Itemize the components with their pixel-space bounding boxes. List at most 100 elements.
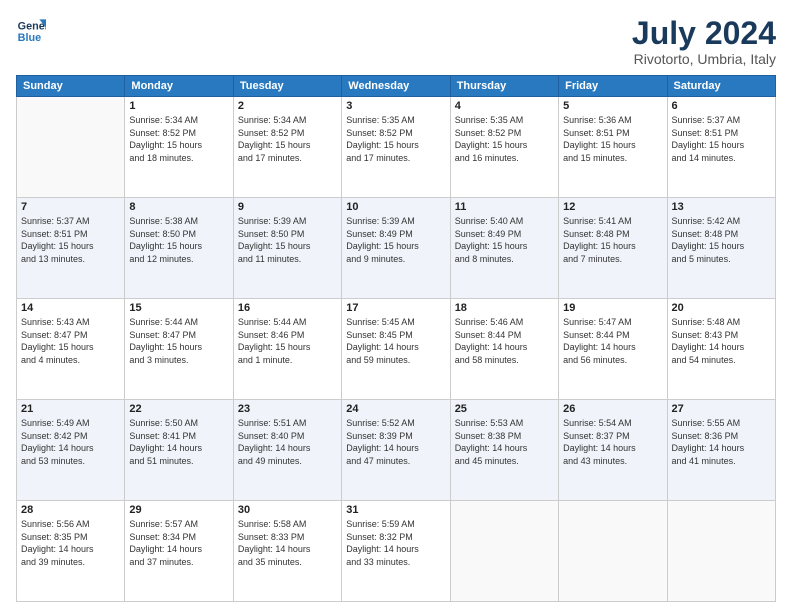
table-row bbox=[17, 97, 125, 198]
table-row: 6 Sunrise: 5:37 AM Sunset: 8:51 PM Daylig… bbox=[667, 97, 775, 198]
day-number: 4 bbox=[455, 100, 554, 112]
day-number: 3 bbox=[346, 100, 445, 112]
col-tuesday: Tuesday bbox=[233, 76, 341, 97]
day-info: Sunrise: 5:37 AM Sunset: 8:51 PM Dayligh… bbox=[672, 114, 771, 164]
calendar-week-row: 1Sunrise: 5:34 AM Sunset: 8:52 PM Daylig… bbox=[17, 97, 776, 198]
calendar-table: Sunday Monday Tuesday Wednesday Thursday… bbox=[16, 75, 776, 602]
day-info: Sunrise: 5:47 AM Sunset: 8:44 PM Dayligh… bbox=[563, 316, 662, 366]
day-info: Sunrise: 5:39 AM Sunset: 8:49 PM Dayligh… bbox=[346, 215, 445, 265]
day-number: 7 bbox=[21, 201, 120, 213]
day-number: 30 bbox=[238, 504, 337, 516]
table-row: 2 Sunrise: 5:34 AM Sunset: 8:52 PM Daylig… bbox=[233, 97, 341, 198]
col-monday: Monday bbox=[125, 76, 233, 97]
day-info: Sunrise: 5:59 AM Sunset: 8:32 PM Dayligh… bbox=[346, 518, 445, 568]
day-info: Sunrise: 5:39 AM Sunset: 8:50 PM Dayligh… bbox=[238, 215, 337, 265]
table-row: 24Sunrise: 5:52 AM Sunset: 8:39 PM Dayli… bbox=[342, 400, 450, 501]
table-row bbox=[559, 501, 667, 602]
calendar-week-row: 21 Sunrise: 5:49 AM Sunset: 8:42 PM Dayli… bbox=[17, 400, 776, 501]
day-info: Sunrise: 5:55 AM Sunset: 8:36 PM Dayligh… bbox=[672, 417, 771, 467]
day-number: 28 bbox=[21, 504, 120, 516]
table-row: 16 Sunrise: 5:44 AM Sunset: 8:46 PM Dayli… bbox=[233, 299, 341, 400]
table-row: 29Sunrise: 5:57 AM Sunset: 8:34 PM Dayli… bbox=[125, 501, 233, 602]
table-row: 3 Sunrise: 5:35 AM Sunset: 8:52 PM Daylig… bbox=[342, 97, 450, 198]
calendar-week-row: 14 Sunrise: 5:43 AM Sunset: 8:47 PM Dayli… bbox=[17, 299, 776, 400]
logo-icon: General Blue bbox=[16, 16, 46, 46]
table-row bbox=[667, 501, 775, 602]
table-row: 21 Sunrise: 5:49 AM Sunset: 8:42 PM Dayli… bbox=[17, 400, 125, 501]
calendar-week-row: 7Sunrise: 5:37 AM Sunset: 8:51 PM Daylig… bbox=[17, 198, 776, 299]
day-info: Sunrise: 5:46 AM Sunset: 8:44 PM Dayligh… bbox=[455, 316, 554, 366]
table-row: 19 Sunrise: 5:47 AM Sunset: 8:44 PM Dayli… bbox=[559, 299, 667, 400]
table-row: 15 Sunrise: 5:44 AM Sunset: 8:47 PM Dayli… bbox=[125, 299, 233, 400]
day-info: Sunrise: 5:42 AM Sunset: 8:48 PM Dayligh… bbox=[672, 215, 771, 265]
day-info: Sunrise: 5:40 AM Sunset: 8:49 PM Dayligh… bbox=[455, 215, 554, 265]
table-row: 31 Sunrise: 5:59 AM Sunset: 8:32 PM Dayli… bbox=[342, 501, 450, 602]
location: Rivotorto, Umbria, Italy bbox=[632, 51, 776, 67]
day-number: 10 bbox=[346, 201, 445, 213]
day-number: 15 bbox=[129, 302, 228, 314]
day-number: 27 bbox=[672, 403, 771, 415]
calendar-week-row: 28Sunrise: 5:56 AM Sunset: 8:35 PM Dayli… bbox=[17, 501, 776, 602]
day-info: Sunrise: 5:34 AM Sunset: 8:52 PM Dayligh… bbox=[129, 114, 228, 164]
page: General Blue July 2024 Rivotorto, Umbria… bbox=[0, 0, 792, 612]
day-number: 20 bbox=[672, 302, 771, 314]
table-row: 9 Sunrise: 5:39 AM Sunset: 8:50 PM Daylig… bbox=[233, 198, 341, 299]
table-row: 30Sunrise: 5:58 AM Sunset: 8:33 PM Dayli… bbox=[233, 501, 341, 602]
day-number: 9 bbox=[238, 201, 337, 213]
day-number: 5 bbox=[563, 100, 662, 112]
col-sunday: Sunday bbox=[17, 76, 125, 97]
day-info: Sunrise: 5:53 AM Sunset: 8:38 PM Dayligh… bbox=[455, 417, 554, 467]
day-number: 2 bbox=[238, 100, 337, 112]
day-info: Sunrise: 5:50 AM Sunset: 8:41 PM Dayligh… bbox=[129, 417, 228, 467]
table-row: 26 Sunrise: 5:54 AM Sunset: 8:37 PM Dayli… bbox=[559, 400, 667, 501]
day-number: 8 bbox=[129, 201, 228, 213]
day-number: 17 bbox=[346, 302, 445, 314]
day-info: Sunrise: 5:34 AM Sunset: 8:52 PM Dayligh… bbox=[238, 114, 337, 164]
table-row: 27 Sunrise: 5:55 AM Sunset: 8:36 PM Dayli… bbox=[667, 400, 775, 501]
header: General Blue July 2024 Rivotorto, Umbria… bbox=[16, 16, 776, 67]
day-info: Sunrise: 5:44 AM Sunset: 8:47 PM Dayligh… bbox=[129, 316, 228, 366]
col-wednesday: Wednesday bbox=[342, 76, 450, 97]
month-title: July 2024 bbox=[632, 16, 776, 51]
table-row: 25Sunrise: 5:53 AM Sunset: 8:38 PM Dayli… bbox=[450, 400, 558, 501]
table-row: 5 Sunrise: 5:36 AM Sunset: 8:51 PM Daylig… bbox=[559, 97, 667, 198]
day-info: Sunrise: 5:43 AM Sunset: 8:47 PM Dayligh… bbox=[21, 316, 120, 366]
col-saturday: Saturday bbox=[667, 76, 775, 97]
day-number: 13 bbox=[672, 201, 771, 213]
day-number: 24 bbox=[346, 403, 445, 415]
day-number: 31 bbox=[346, 504, 445, 516]
day-number: 11 bbox=[455, 201, 554, 213]
table-row: 1Sunrise: 5:34 AM Sunset: 8:52 PM Daylig… bbox=[125, 97, 233, 198]
day-info: Sunrise: 5:35 AM Sunset: 8:52 PM Dayligh… bbox=[455, 114, 554, 164]
table-row: 11 Sunrise: 5:40 AM Sunset: 8:49 PM Dayli… bbox=[450, 198, 558, 299]
day-number: 26 bbox=[563, 403, 662, 415]
day-number: 22 bbox=[129, 403, 228, 415]
table-row: 8 Sunrise: 5:38 AM Sunset: 8:50 PM Daylig… bbox=[125, 198, 233, 299]
day-number: 19 bbox=[563, 302, 662, 314]
day-info: Sunrise: 5:54 AM Sunset: 8:37 PM Dayligh… bbox=[563, 417, 662, 467]
table-row: 20Sunrise: 5:48 AM Sunset: 8:43 PM Dayli… bbox=[667, 299, 775, 400]
day-info: Sunrise: 5:49 AM Sunset: 8:42 PM Dayligh… bbox=[21, 417, 120, 467]
day-info: Sunrise: 5:38 AM Sunset: 8:50 PM Dayligh… bbox=[129, 215, 228, 265]
table-row: 14 Sunrise: 5:43 AM Sunset: 8:47 PM Dayli… bbox=[17, 299, 125, 400]
table-row: 12Sunrise: 5:41 AM Sunset: 8:48 PM Dayli… bbox=[559, 198, 667, 299]
table-row: 28Sunrise: 5:56 AM Sunset: 8:35 PM Dayli… bbox=[17, 501, 125, 602]
col-friday: Friday bbox=[559, 76, 667, 97]
day-number: 21 bbox=[21, 403, 120, 415]
table-row: 10 Sunrise: 5:39 AM Sunset: 8:49 PM Dayli… bbox=[342, 198, 450, 299]
table-row: 17Sunrise: 5:45 AM Sunset: 8:45 PM Dayli… bbox=[342, 299, 450, 400]
day-number: 16 bbox=[238, 302, 337, 314]
day-number: 18 bbox=[455, 302, 554, 314]
day-number: 23 bbox=[238, 403, 337, 415]
table-row: 23 Sunrise: 5:51 AM Sunset: 8:40 PM Dayli… bbox=[233, 400, 341, 501]
table-row: 22 Sunrise: 5:50 AM Sunset: 8:41 PM Dayli… bbox=[125, 400, 233, 501]
day-info: Sunrise: 5:44 AM Sunset: 8:46 PM Dayligh… bbox=[238, 316, 337, 366]
day-number: 6 bbox=[672, 100, 771, 112]
col-thursday: Thursday bbox=[450, 76, 558, 97]
day-info: Sunrise: 5:35 AM Sunset: 8:52 PM Dayligh… bbox=[346, 114, 445, 164]
table-row: 7Sunrise: 5:37 AM Sunset: 8:51 PM Daylig… bbox=[17, 198, 125, 299]
day-info: Sunrise: 5:36 AM Sunset: 8:51 PM Dayligh… bbox=[563, 114, 662, 164]
day-info: Sunrise: 5:51 AM Sunset: 8:40 PM Dayligh… bbox=[238, 417, 337, 467]
day-number: 14 bbox=[21, 302, 120, 314]
day-number: 29 bbox=[129, 504, 228, 516]
